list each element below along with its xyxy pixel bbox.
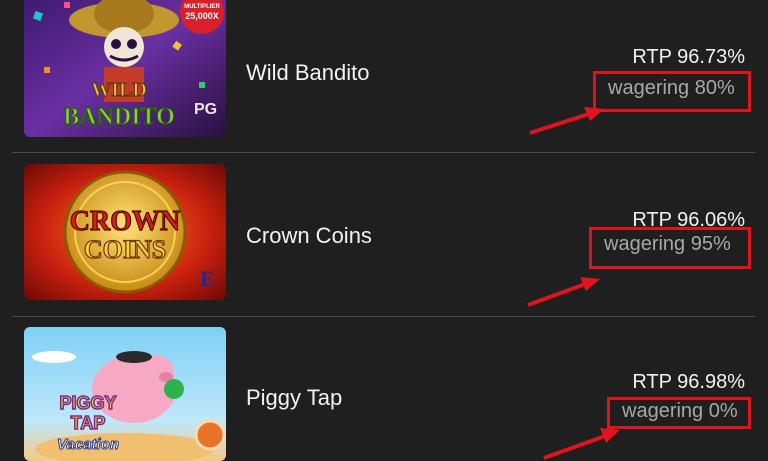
game-row-crown-coins[interactable]: CROWN COINS E Crown Coins RTP 96.06% wag… [12, 153, 755, 317]
logo-line-3: Vacation [57, 436, 119, 453]
game-row-wild-bandito[interactable]: MULTIPLIER 25,000X WILD BANDITO PG Wild … [12, 0, 755, 153]
wagering-value: wagering 95% [589, 227, 751, 269]
logo-line-1: WILD [91, 79, 147, 101]
arrow-icon [527, 277, 600, 307]
rtp-value: RTP 96.73% [632, 46, 745, 68]
multiplier-value: 25,000X [185, 11, 219, 21]
logo-line-1: CROWN [70, 206, 180, 237]
provider-logo: PG [194, 101, 217, 118]
logo-line-2: BANDITO [63, 104, 175, 130]
game-thumbnail-wild-bandito[interactable]: MULTIPLIER 25,000X WILD BANDITO PG [24, 0, 226, 137]
logo-line-2: TAP [71, 413, 106, 433]
piggy-tap-artwork: PIGGY TAP Vacation [24, 327, 226, 461]
game-title[interactable]: Crown Coins [246, 223, 372, 249]
provider-logo: E [200, 266, 215, 291]
game-list: MULTIPLIER 25,000X WILD BANDITO PG Wild … [12, 0, 755, 461]
game-row-piggy-tap[interactable]: PIGGY TAP Vacation Piggy Tap RTP 96.98% … [12, 317, 755, 461]
arrow-icon [529, 107, 604, 135]
game-thumbnail-piggy-tap[interactable]: PIGGY TAP Vacation [24, 327, 226, 461]
game-title[interactable]: Piggy Tap [246, 385, 342, 411]
arrow-icon [543, 428, 620, 460]
wagering-value: wagering 80% [593, 71, 751, 112]
logo-line-1: PIGGY [59, 393, 116, 413]
multiplier-label: MULTIPLIER [184, 4, 220, 10]
logo-line-2: COINS [84, 235, 166, 264]
wild-bandito-artwork: MULTIPLIER 25,000X WILD BANDITO PG [24, 0, 226, 137]
rtp-value: RTP 96.98% [632, 371, 745, 393]
game-title[interactable]: Wild Bandito [246, 60, 370, 86]
wagering-value: wagering 0% [607, 397, 751, 429]
crown-coins-artwork: CROWN COINS E [24, 164, 226, 300]
game-thumbnail-crown-coins[interactable]: CROWN COINS E [24, 164, 226, 300]
